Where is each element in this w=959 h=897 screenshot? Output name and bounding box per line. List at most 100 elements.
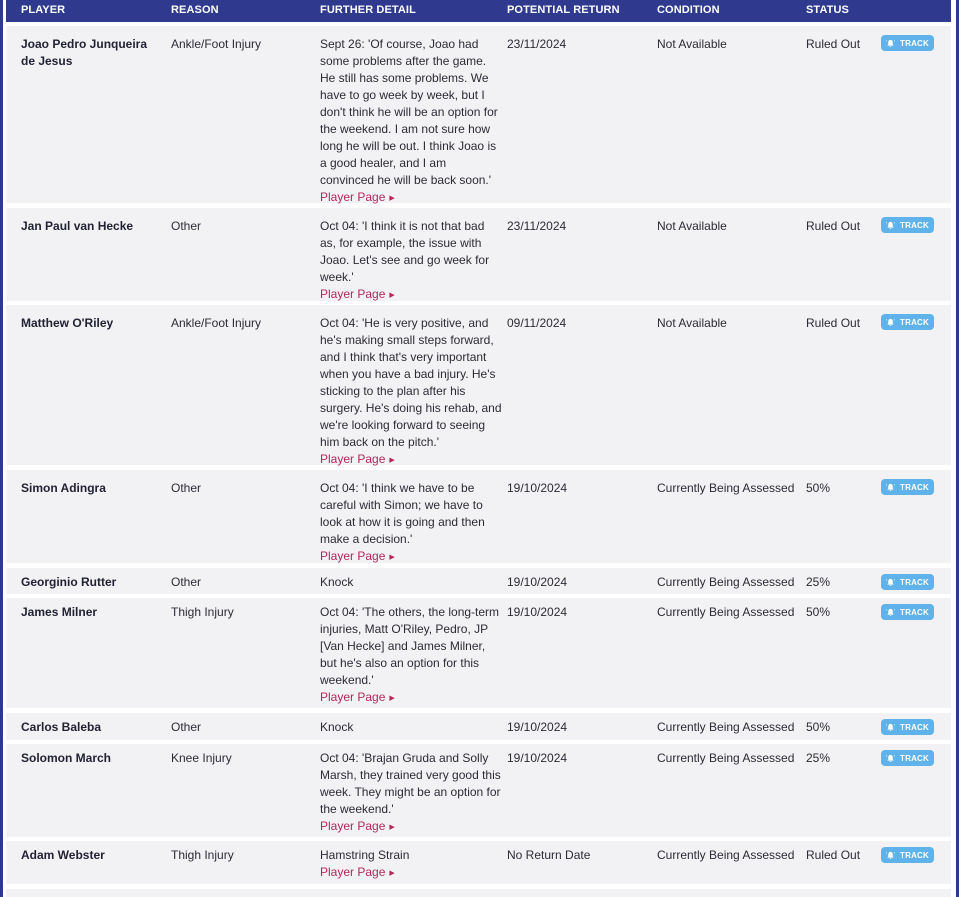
player-page-link[interactable]: Player Page ▶ <box>320 451 502 469</box>
track-label: TRACK <box>900 722 929 732</box>
track-button[interactable]: TRACK <box>881 217 934 233</box>
injury-reason: Other <box>171 575 202 589</box>
bell-icon <box>886 318 895 327</box>
bell-icon <box>886 221 895 230</box>
track-label: TRACK <box>900 38 929 48</box>
track-button[interactable]: TRACK <box>881 314 934 330</box>
potential-return: 09/11/2024 <box>507 316 567 330</box>
triangle-right-icon: ▶ <box>389 195 395 202</box>
table-header: PLAYER REASON FURTHER DETAIL POTENTIAL R… <box>6 0 951 22</box>
player-name: James Milner <box>21 605 98 619</box>
further-detail: Hamstring Strain Player Page ▶ <box>320 847 502 882</box>
table-row: Joao Pedro Junqueira de Jesus Ankle/Foot… <box>6 26 951 204</box>
injury-reason: Other <box>171 720 202 734</box>
bell-icon <box>886 851 895 860</box>
further-detail: Oct 04: 'I think it is not that bad as, … <box>320 218 502 304</box>
player-name: Georginio Rutter <box>21 575 117 589</box>
condition: Not Available <box>657 37 727 51</box>
table-row: Simon Adingra Other Oct 04: 'I think we … <box>6 470 951 563</box>
table-row: James Milner Thigh Injury Oct 04: 'The o… <box>6 598 951 708</box>
player-name: Joao Pedro Junqueira de Jesus <box>21 37 148 68</box>
player-page-link-label: Player Page <box>320 865 386 879</box>
injury-reason: Ankle/Foot Injury <box>171 316 262 330</box>
player-name: Adam Webster <box>21 848 105 862</box>
potential-return: 19/10/2024 <box>507 720 568 734</box>
header-potential-return: POTENTIAL RETURN <box>507 4 620 16</box>
potential-return: 19/10/2024 <box>507 481 568 495</box>
further-detail: Oct 04: 'Brajan Gruda and Solly Marsh, t… <box>320 750 502 836</box>
bell-icon <box>886 578 895 587</box>
player-name: Solomon March <box>21 751 112 765</box>
track-label: TRACK <box>900 482 929 492</box>
player-page-link-label: Player Page <box>320 452 386 466</box>
status: 50% <box>806 481 831 495</box>
track-button[interactable]: TRACK <box>881 35 934 51</box>
header-condition: CONDITION <box>657 4 720 16</box>
track-label: TRACK <box>900 317 929 327</box>
status: Ruled Out <box>806 848 861 862</box>
player-page-link[interactable]: Player Page ▶ <box>320 864 502 882</box>
triangle-right-icon: ▶ <box>389 824 395 831</box>
table-row: Jan Paul van Hecke Other Oct 04: 'I thin… <box>6 208 951 301</box>
condition: Not Available <box>657 219 727 233</box>
player-name: Jan Paul van Hecke <box>21 219 134 233</box>
bell-icon <box>886 483 895 492</box>
condition: Currently Being Assessed <box>657 720 795 734</box>
player-name: Carlos Baleba <box>21 720 102 734</box>
further-detail: Oct 04: 'The others, the long-term injur… <box>320 604 502 707</box>
triangle-right-icon: ▶ <box>389 457 395 464</box>
track-button[interactable]: TRACK <box>881 750 934 766</box>
detail-text: Sept 26: 'Of course, Joao had some probl… <box>320 37 498 187</box>
table-row: Matthew O'Riley Ankle/Foot Injury Oct 04… <box>6 305 951 466</box>
player-page-link[interactable]: Player Page ▶ <box>320 548 502 566</box>
further-detail: Sept 26: 'Of course, Joao had some probl… <box>320 36 502 207</box>
further-detail: Oct 04: 'He is very positive, and he's m… <box>320 315 502 469</box>
player-page-link-label: Player Page <box>320 190 386 204</box>
table-row: Solomon March Knee Injury Oct 04: 'Braja… <box>6 744 951 837</box>
track-button[interactable]: TRACK <box>881 604 934 620</box>
detail-text: Oct 04: 'He is very positive, and he's m… <box>320 316 502 449</box>
player-page-link[interactable]: Player Page ▶ <box>320 689 502 707</box>
player-page-link-label: Player Page <box>320 287 386 301</box>
detail-text: Oct 04: 'I think we have to be careful w… <box>320 481 485 546</box>
detail-text: Hamstring Strain <box>320 848 410 862</box>
condition: Currently Being Assessed <box>657 481 795 495</box>
track-button[interactable]: TRACK <box>881 479 934 495</box>
injury-reason: Ankle/Foot Injury <box>171 37 262 51</box>
detail-text: Knock <box>320 575 354 589</box>
player-page-link[interactable]: Player Page ▶ <box>320 286 502 304</box>
track-label: TRACK <box>900 753 929 763</box>
injury-reason: Other <box>171 481 202 495</box>
condition: Currently Being Assessed <box>657 605 795 619</box>
track-button[interactable]: TRACK <box>881 719 934 735</box>
detail-text: Oct 04: 'The others, the long-term injur… <box>320 605 500 687</box>
table-row: Carlos Baleba Other Knock 19/10/2024 Cur… <box>6 713 951 740</box>
player-page-link[interactable]: Player Page ▶ <box>320 818 502 836</box>
table-row: Adam Webster Thigh Injury Hamstring Stra… <box>6 841 951 884</box>
further-detail: Knock <box>320 574 502 591</box>
status: 50% <box>806 720 831 734</box>
injury-reason: Other <box>171 219 202 233</box>
potential-return: No Return Date <box>507 848 591 862</box>
bell-icon <box>886 754 895 763</box>
potential-return: 19/10/2024 <box>507 605 568 619</box>
status: 50% <box>806 605 831 619</box>
track-label: TRACK <box>900 607 929 617</box>
status: 25% <box>806 751 831 765</box>
status: 25% <box>806 575 831 589</box>
detail-text: Knock <box>320 720 354 734</box>
potential-return: 19/10/2024 <box>507 751 568 765</box>
detail-text: Oct 04: 'I think it is not that bad as, … <box>320 219 490 284</box>
track-label: TRACK <box>900 220 929 230</box>
track-label: TRACK <box>900 850 929 860</box>
track-button[interactable]: TRACK <box>881 847 934 863</box>
triangle-right-icon: ▶ <box>389 695 395 702</box>
header-player: PLAYER <box>21 4 66 16</box>
player-name: Simon Adingra <box>21 481 106 495</box>
injury-reason: Thigh Injury <box>171 848 234 862</box>
player-page-link[interactable]: Player Page ▶ <box>320 189 502 207</box>
player-name: Matthew O'Riley <box>21 316 114 330</box>
table-row: Georginio Rutter Other Knock 19/10/2024 … <box>6 568 951 594</box>
track-button[interactable]: TRACK <box>881 574 934 590</box>
player-page-link-label: Player Page <box>320 690 386 704</box>
